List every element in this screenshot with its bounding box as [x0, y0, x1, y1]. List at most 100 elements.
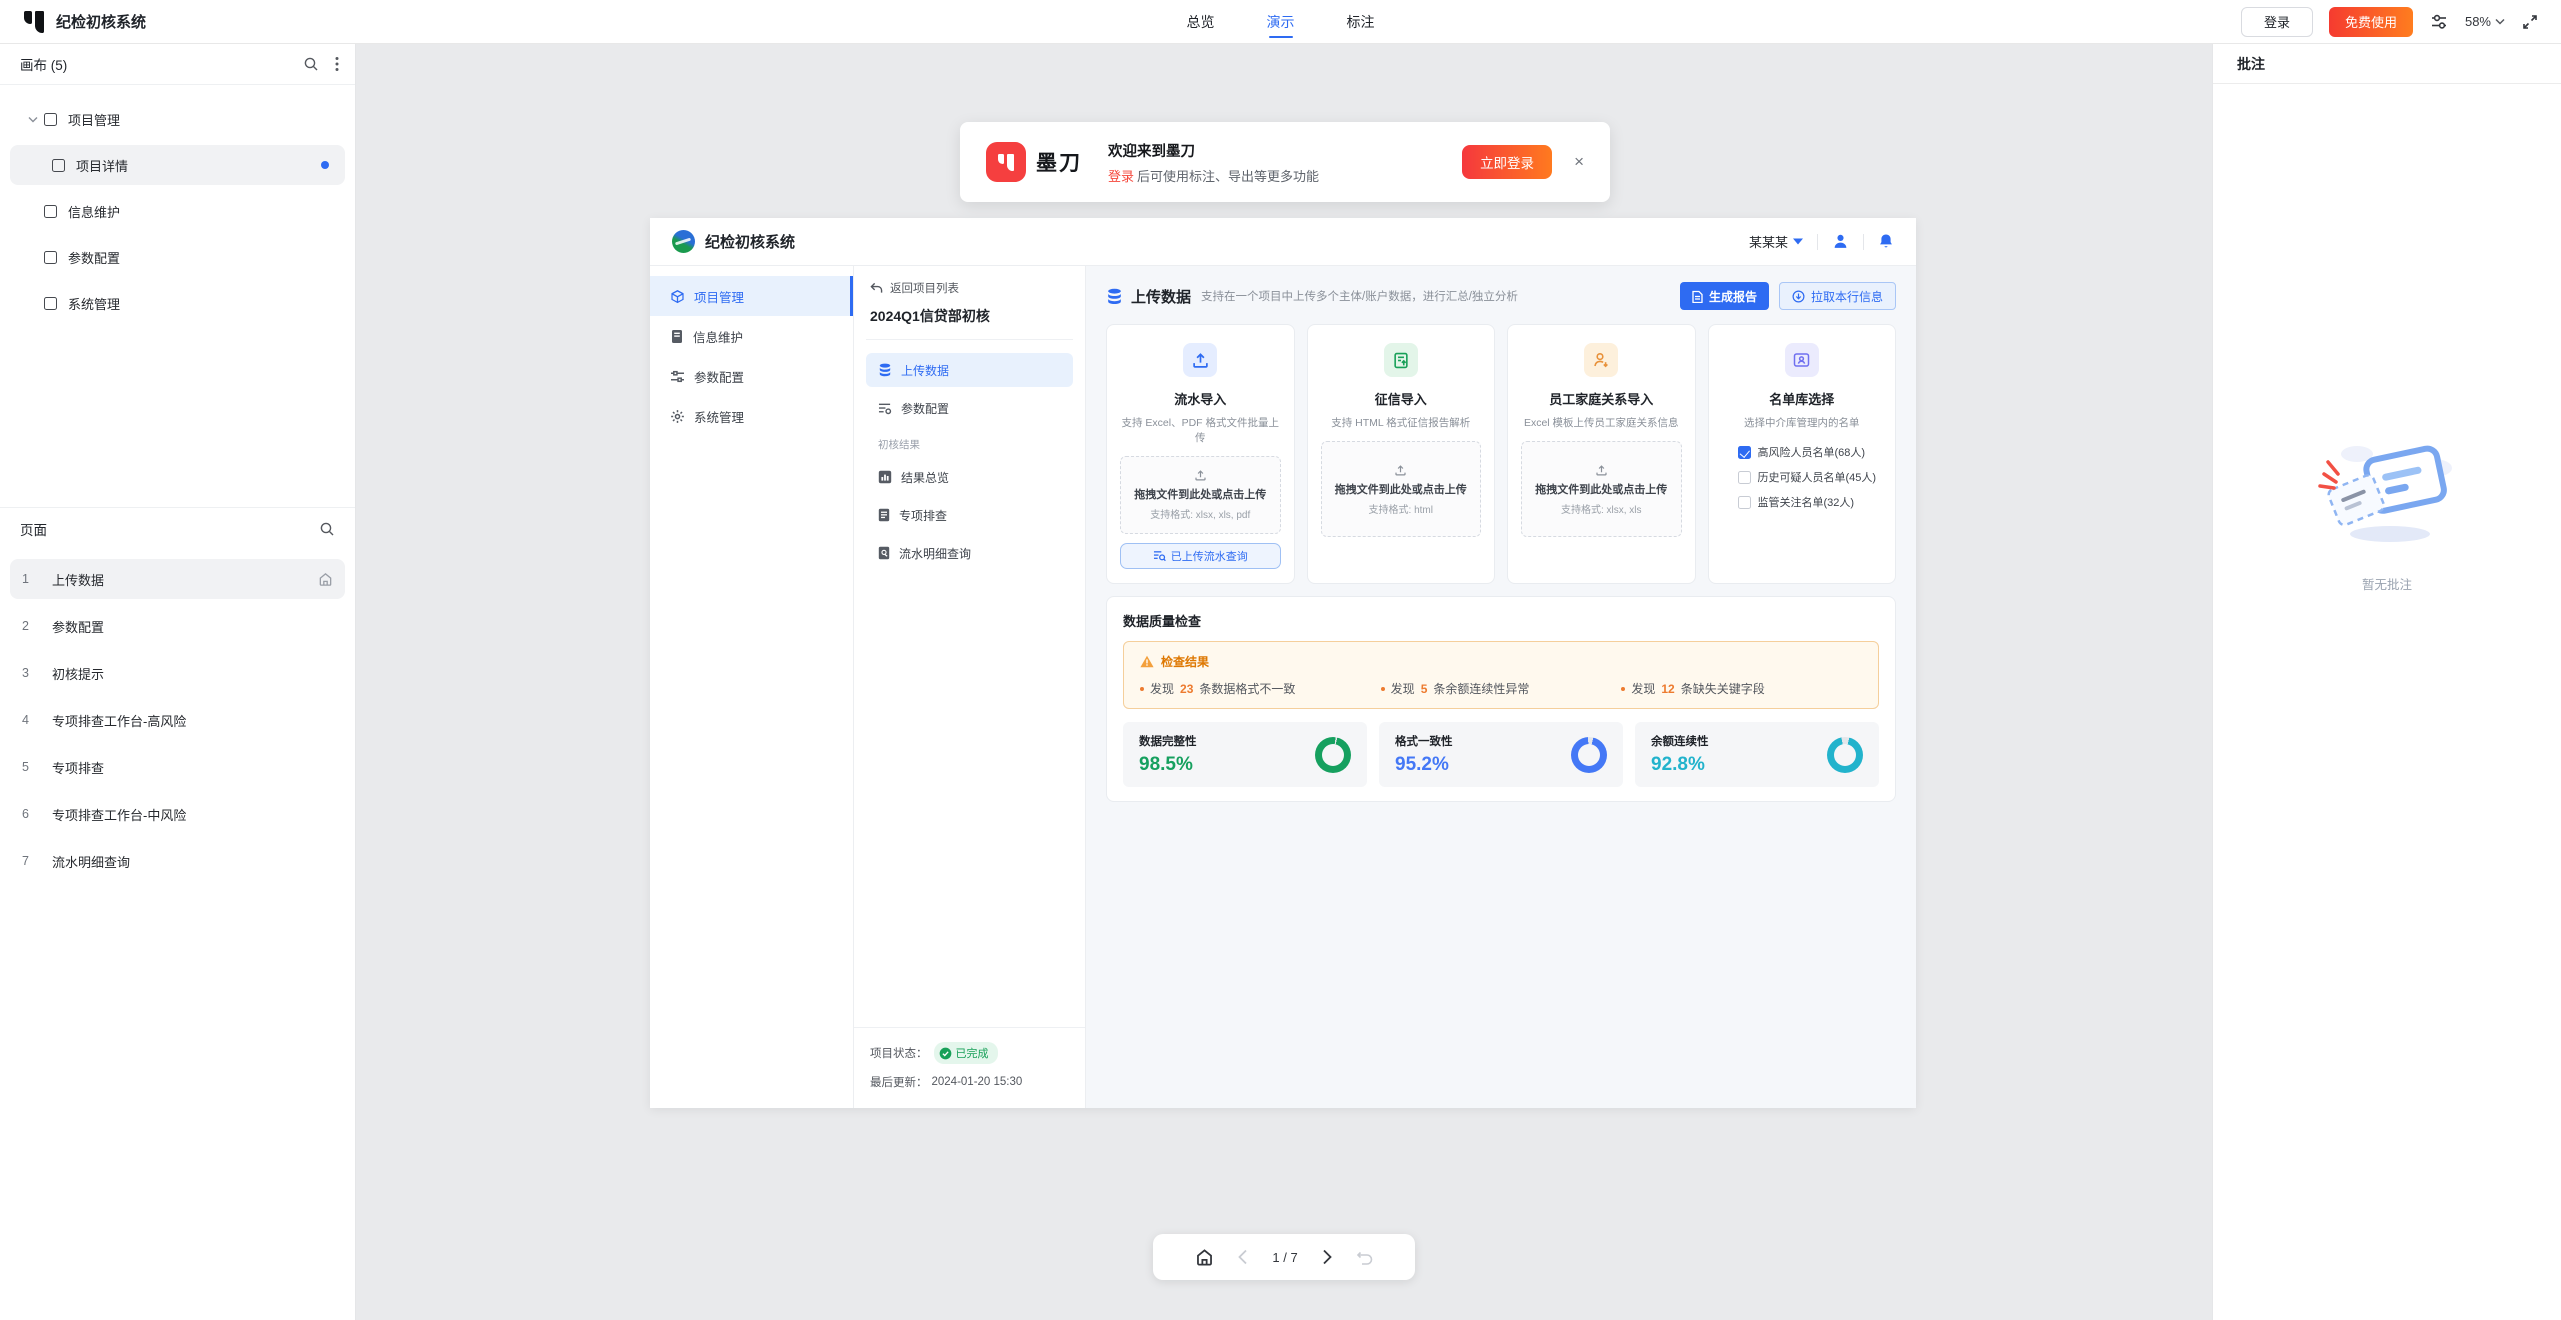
option-high-risk-list[interactable]: 高风险人员名单(68人)	[1738, 444, 1883, 460]
search-icon[interactable]	[319, 521, 335, 537]
id-card-icon	[1785, 343, 1819, 377]
user-icon[interactable]	[1832, 233, 1849, 250]
tab-demo[interactable]: 演示	[1267, 0, 1295, 44]
frame-icon	[44, 205, 57, 218]
close-icon[interactable]: ×	[1574, 152, 1584, 172]
document-upload-icon	[1384, 343, 1418, 377]
current-canvas-dot	[321, 161, 329, 169]
brand-area: 纪检初核系统	[0, 11, 146, 33]
subnav-label: 流水明细查询	[899, 545, 971, 562]
mockingbot-badge-icon	[986, 142, 1026, 182]
uploaded-flow-query-button[interactable]: 已上传流水查询	[1120, 543, 1281, 569]
zoom-control[interactable]: 58%	[2465, 14, 2505, 29]
tab-overview[interactable]: 总览	[1187, 0, 1215, 44]
page-item-5[interactable]: 5 专项排查	[10, 747, 345, 787]
nav-item-info-maintenance[interactable]: 信息维护	[650, 316, 853, 356]
checkbox[interactable]	[1738, 446, 1751, 459]
content-subtitle: 支持在一个项目中上传多个主体/账户数据，进行汇总/独立分析	[1201, 288, 1518, 304]
card-title: 员工家庭关系导入	[1521, 389, 1682, 408]
login-now-button[interactable]: 立即登录	[1462, 145, 1552, 179]
import-cards: 流水导入 支持 Excel、PDF 格式文件批量上传 拖拽文件到此处或点击上传 …	[1106, 324, 1896, 584]
checkbox[interactable]	[1738, 496, 1751, 509]
home-icon[interactable]	[1195, 1248, 1214, 1267]
restart-icon[interactable]	[1356, 1250, 1373, 1265]
subnav-label: 结果总览	[901, 469, 949, 486]
option-regulatory-watch-list[interactable]: 监管关注名单(32人)	[1738, 494, 1883, 510]
check-circle-icon	[939, 1047, 952, 1060]
canvas-area: 墨刀 欢迎来到墨刀 登录后可使用标注、导出等更多功能 立即登录 × 纪检初核系统…	[356, 44, 2212, 1320]
preferences-icon[interactable]	[2429, 12, 2449, 32]
credit-dropzone[interactable]: 拖拽文件到此处或点击上传 支持格式: html	[1321, 441, 1482, 537]
mockingbot-logo-icon[interactable]	[24, 11, 44, 33]
search-icon[interactable]	[303, 56, 319, 72]
free-use-button[interactable]: 免费使用	[2329, 7, 2413, 37]
upload-small-icon	[1394, 464, 1407, 476]
page-label: 专项排查工作台-中风险	[52, 805, 186, 824]
page-item-3[interactable]: 3 初核提示	[10, 653, 345, 693]
content-header: 上传数据 支持在一个项目中上传多个主体/账户数据，进行汇总/独立分析 生成报告 …	[1106, 282, 1896, 310]
user-menu[interactable]: 某某某	[1749, 232, 1803, 251]
page-item-1[interactable]: 1 上传数据	[10, 559, 345, 599]
page-item-6[interactable]: 6 专项排查工作台-中风险	[10, 794, 345, 834]
project-name: 2024Q1信贷部初核	[870, 306, 1073, 326]
subnav-item-result-overview[interactable]: 结果总览	[866, 460, 1073, 494]
bell-icon[interactable]	[1878, 233, 1894, 250]
home-page-icon	[318, 572, 333, 587]
canvas-panel-header: 画布 (5)	[0, 44, 355, 84]
findings-row: 发现 23 条数据格式不一致 发现 5 条余额连续性异常 发现 12 条缺失关键…	[1140, 680, 1862, 697]
upload-icon	[1183, 343, 1217, 377]
prev-page-icon[interactable]	[1238, 1249, 1248, 1265]
page-label: 参数配置	[52, 617, 104, 636]
status-label: 项目状态：	[870, 1045, 928, 1061]
subnav-item-parameter-config[interactable]: 参数配置	[866, 391, 1073, 425]
person-add-icon	[1584, 343, 1618, 377]
annotation-empty-state: 暂无批注	[2213, 432, 2561, 593]
tree-item-parameter-config[interactable]: 参数配置	[10, 237, 345, 277]
next-page-icon[interactable]	[1322, 1249, 1332, 1265]
card-list-library-select: 名单库选择 选择中介库管理内的名单 高风险人员名单(68人) 历史可疑人员名单(…	[1708, 324, 1897, 584]
nav-item-system-management[interactable]: 系统管理	[650, 396, 853, 436]
fullscreen-icon[interactable]	[2521, 13, 2539, 31]
preview-main-nav: 项目管理 信息维护 参数配置	[650, 266, 854, 1108]
subnav-item-special-check[interactable]: 专项排查	[866, 498, 1073, 532]
tab-annotate[interactable]: 标注	[1347, 0, 1375, 44]
tree-item-system-management[interactable]: 系统管理	[10, 283, 345, 323]
tree-item-project-management[interactable]: 项目管理	[10, 99, 345, 139]
frame-icon	[44, 297, 57, 310]
page-item-2[interactable]: 2 参数配置	[10, 606, 345, 646]
subnav-item-flow-detail-query[interactable]: 流水明细查询	[866, 536, 1073, 570]
page-item-7[interactable]: 7 流水明细查询	[10, 841, 345, 881]
nav-label: 参数配置	[694, 367, 744, 386]
metric-balance-continuity: 余额连续性92.8%	[1635, 722, 1879, 787]
app-logo-icon	[672, 230, 695, 253]
quality-title: 数据质量检查	[1123, 611, 1879, 630]
notebook-icon	[670, 329, 684, 344]
more-menu-icon[interactable]	[335, 56, 339, 72]
nav-item-project-management[interactable]: 项目管理	[650, 276, 853, 316]
tree-item-label: 项目详情	[76, 156, 128, 175]
family-dropzone[interactable]: 拖拽文件到此处或点击上传 支持格式: xlsx, xls	[1521, 441, 1682, 537]
back-to-project-list[interactable]: 返回项目列表	[866, 280, 1073, 296]
pull-bank-info-button[interactable]: 拉取本行信息	[1779, 282, 1896, 310]
finding-item: 发现 23 条数据格式不一致	[1140, 680, 1381, 697]
chevron-down-icon[interactable]	[22, 116, 44, 123]
tree-item-project-detail[interactable]: 项目详情	[10, 145, 345, 185]
generate-report-button[interactable]: 生成报告	[1680, 282, 1769, 310]
login-button[interactable]: 登录	[2241, 7, 2313, 37]
page-label: 上传数据	[52, 570, 104, 589]
card-title: 征信导入	[1321, 389, 1482, 408]
project-status-footer: 项目状态： 已完成 最后更新： 2024-01-20 15:30	[854, 1027, 1085, 1108]
banner-login-link[interactable]: 登录	[1108, 169, 1134, 184]
checkbox[interactable]	[1738, 471, 1751, 484]
option-history-suspect-list[interactable]: 历史可疑人员名单(45人)	[1738, 469, 1883, 485]
nav-item-parameter-config[interactable]: 参数配置	[650, 356, 853, 396]
page-item-4[interactable]: 4 专项排查工作台-高风险	[10, 700, 345, 740]
flow-dropzone[interactable]: 拖拽文件到此处或点击上传 支持格式: xlsx, xls, pdf	[1120, 456, 1281, 534]
subnav-item-upload-data[interactable]: 上传数据	[866, 353, 1073, 387]
page-label: 专项排查工作台-高风险	[52, 711, 186, 730]
page-number: 7	[22, 854, 52, 868]
tree-item-info-maintenance[interactable]: 信息维护	[10, 191, 345, 231]
tree-item-label: 信息维护	[68, 202, 120, 221]
database-icon	[878, 363, 892, 377]
tree-item-label: 系统管理	[68, 294, 120, 313]
